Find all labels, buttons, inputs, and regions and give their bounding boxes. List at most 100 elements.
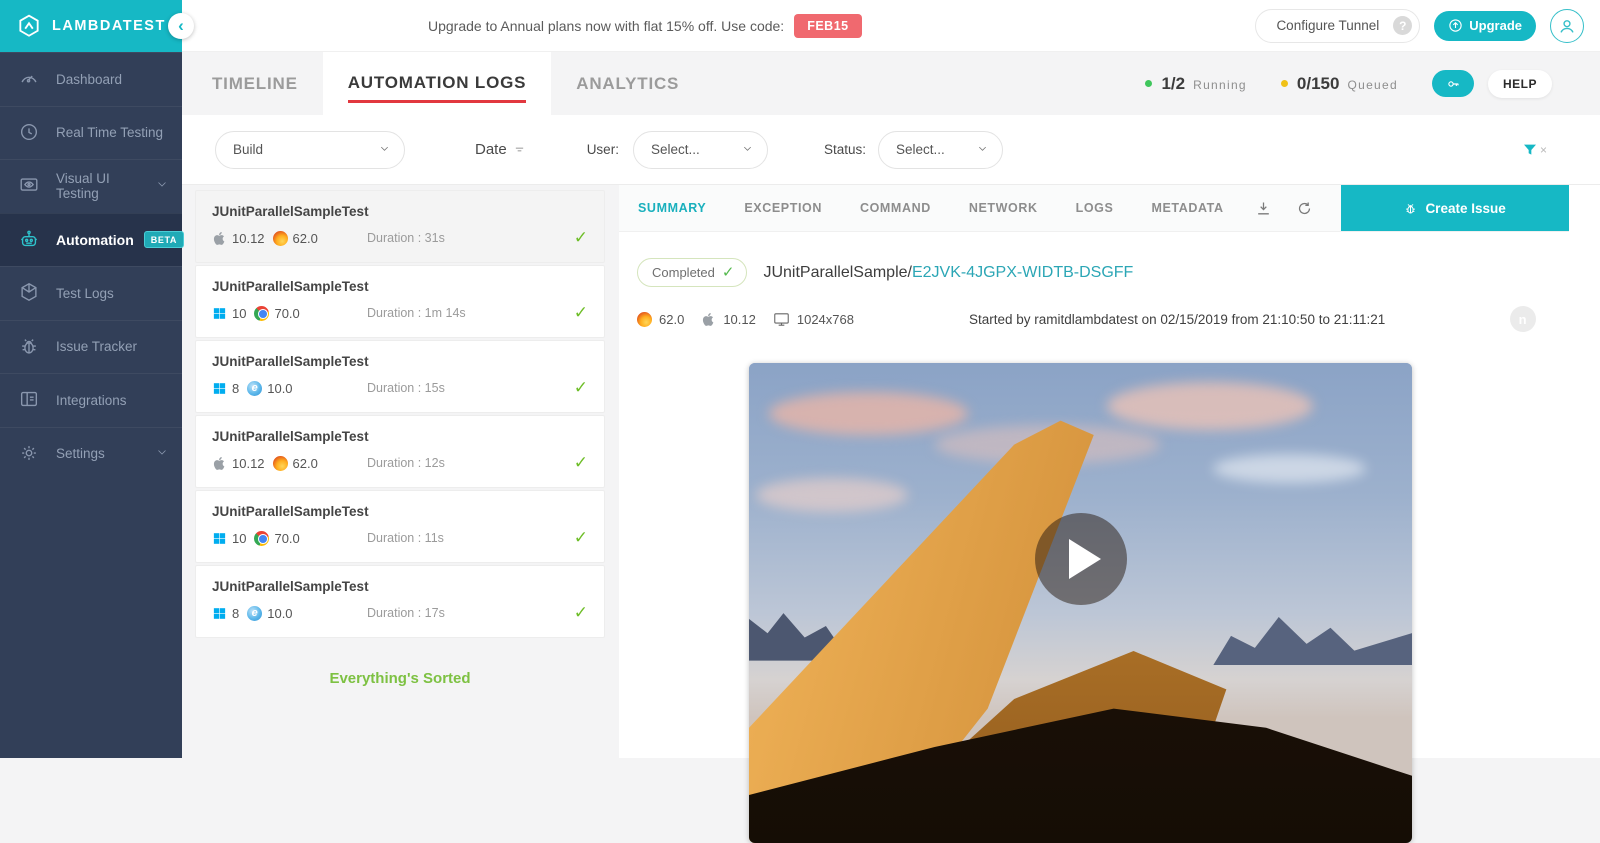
started-info: Started by ramitdlambdatest on 02/15/201… xyxy=(969,312,1385,327)
test-duration: Duration : 17s xyxy=(367,606,574,620)
sidebar-item-automation[interactable]: Automation BETA xyxy=(0,213,182,267)
sidebar-item-label: Automation xyxy=(56,232,134,248)
create-issue-button[interactable]: Create Issue xyxy=(1341,185,1569,231)
sidebar-item-label: Dashboard xyxy=(56,72,122,87)
detail-tab-summary[interactable]: SUMMARY xyxy=(619,185,725,231)
test-list-item[interactable]: JUnitParallelSampleTest 8 e 10.0 Duratio… xyxy=(195,340,605,413)
sidebar-collapse-button[interactable]: ‹ xyxy=(168,13,194,39)
test-meta-row: 62.0 10.12 1024x768 Started by ramitdlam… xyxy=(637,306,1596,332)
test-logs-icon xyxy=(18,281,42,305)
status-select[interactable]: Select... xyxy=(878,131,1003,169)
topbar-actions: Configure Tunnel ? Upgrade xyxy=(1255,9,1584,43)
tab-timeline[interactable]: TIMELINE xyxy=(187,52,323,115)
passed-check-icon: ✓ xyxy=(574,453,588,473)
detail-tab-metadata[interactable]: METADATA xyxy=(1132,185,1242,231)
sidebar: LAMBDATEST ‹ Dashboard Real Time Testing… xyxy=(0,0,182,758)
sidebar-item-settings[interactable]: Settings xyxy=(0,427,182,481)
brand-header: LAMBDATEST ‹ xyxy=(0,0,182,52)
upgrade-button[interactable]: Upgrade xyxy=(1434,11,1536,41)
clear-filters-button[interactable]: × xyxy=(1522,142,1547,158)
test-status-row: Completed ✓ JUnitParallelSample/E2JVK-4J… xyxy=(637,258,1600,287)
chevron-down-icon xyxy=(156,445,168,463)
passed-check-icon: ✓ xyxy=(574,378,588,398)
completed-check-icon: ✓ xyxy=(722,263,735,281)
play-button[interactable] xyxy=(1035,513,1127,605)
sidebar-item-label: Integrations xyxy=(56,393,127,408)
test-duration: Duration : 11s xyxy=(367,531,574,545)
test-list-item[interactable]: JUnitParallelSampleTest 10 70.0 Duration… xyxy=(195,265,605,338)
test-list-item[interactable]: JUnitParallelSampleTest 8 e 10.0 Duratio… xyxy=(195,565,605,638)
help-button[interactable]: HELP xyxy=(1488,70,1552,98)
detail-tab-exception[interactable]: EXCEPTION xyxy=(725,185,841,231)
test-title: JUnitParallelSample/E2JVK-4JGPX-WIDTB-DS… xyxy=(763,264,1133,282)
firefox-icon xyxy=(273,231,288,246)
test-list-item[interactable]: JUnitParallelSampleTest 10 70.0 Duration… xyxy=(195,490,605,563)
configure-tunnel-label: Configure Tunnel xyxy=(1276,18,1379,33)
upgrade-arrow-icon xyxy=(1448,18,1463,33)
status-filter-label: Status: xyxy=(824,142,866,157)
funnel-icon xyxy=(1522,142,1538,158)
lambdatest-logo xyxy=(16,13,42,39)
test-duration: Duration : 12s xyxy=(367,456,574,470)
download-button[interactable] xyxy=(1243,200,1284,217)
chevron-down-icon xyxy=(156,177,168,195)
sidebar-item-issue-tracker[interactable]: Issue Tracker xyxy=(0,320,182,374)
sidebar-item-dashboard[interactable]: Dashboard xyxy=(0,52,182,106)
promo-code-badge[interactable]: FEB15 xyxy=(794,14,861,38)
test-duration: Duration : 1m 14s xyxy=(367,306,574,320)
sidebar-item-visual-ui-testing[interactable]: Visual UI Testing xyxy=(0,159,182,213)
tab-analytics[interactable]: ANALYTICS xyxy=(551,52,704,115)
chrome-icon xyxy=(254,531,269,546)
test-list-panel: JUnitParallelSampleTest 10.12 62.0 Durat… xyxy=(182,185,605,758)
sidebar-item-test-logs[interactable]: Test Logs xyxy=(0,266,182,320)
detail-tab-network[interactable]: NETWORK xyxy=(950,185,1057,231)
detail-tab-logs[interactable]: LOGS xyxy=(1057,185,1133,231)
test-list-item[interactable]: JUnitParallelSampleTest 10.12 62.0 Durat… xyxy=(195,190,605,263)
firefox-icon xyxy=(637,312,652,327)
corner-badge[interactable]: n xyxy=(1510,306,1536,332)
tunnel-help-icon[interactable]: ? xyxy=(1393,16,1412,35)
access-key-button[interactable] xyxy=(1432,70,1474,97)
firefox-icon xyxy=(273,456,288,471)
sidebar-item-label: Real Time Testing xyxy=(56,125,163,140)
test-path: JUnitParallelSample/ xyxy=(763,264,912,281)
status-badge: Completed ✓ xyxy=(637,258,747,287)
sidebar-item-label: Test Logs xyxy=(56,286,114,301)
filter-bar: Build Date User: Select... Status: Selec… xyxy=(182,115,1600,185)
list-end-message: Everything's Sorted xyxy=(195,670,605,687)
refresh-icon xyxy=(1296,200,1313,217)
brand-name: LAMBDATEST xyxy=(52,18,166,34)
queued-counter: 0/150 Queued xyxy=(1281,74,1398,94)
refresh-button[interactable] xyxy=(1284,200,1325,217)
build-select[interactable]: Build xyxy=(215,131,405,169)
chevron-down-icon xyxy=(367,142,390,157)
date-filter[interactable]: Date xyxy=(475,141,525,158)
test-duration: Duration : 31s xyxy=(367,231,574,245)
sidebar-item-real-time-testing[interactable]: Real Time Testing xyxy=(0,106,182,160)
configure-tunnel-button[interactable]: Configure Tunnel ? xyxy=(1255,9,1420,43)
user-icon xyxy=(1556,15,1578,37)
detail-tab-command[interactable]: COMMAND xyxy=(841,185,950,231)
test-list-item[interactable]: JUnitParallelSampleTest 10.12 62.0 Durat… xyxy=(195,415,605,488)
integrations-icon xyxy=(18,388,42,412)
chevron-down-icon xyxy=(730,142,753,157)
date-sort-icon xyxy=(514,144,525,155)
dashboard-icon xyxy=(18,67,42,91)
apple-icon xyxy=(701,312,716,327)
user-select[interactable]: Select... xyxy=(633,131,768,169)
visual-ui-testing-icon xyxy=(18,174,42,198)
test-video-player[interactable] xyxy=(749,363,1412,843)
running-counter: 1/2 Running xyxy=(1145,74,1246,94)
user-avatar[interactable] xyxy=(1550,9,1584,43)
apple-icon xyxy=(212,231,227,246)
passed-check-icon: ✓ xyxy=(574,528,588,548)
detail-tabs-row: SUMMARY EXCEPTION COMMAND NETWORK LOGS M… xyxy=(619,185,1569,232)
sidebar-item-integrations[interactable]: Integrations xyxy=(0,373,182,427)
tab-automation-logs[interactable]: AUTOMATION LOGS xyxy=(323,52,552,115)
passed-check-icon: ✓ xyxy=(574,603,588,623)
chevron-down-icon xyxy=(965,142,988,157)
workspace: JUnitParallelSampleTest 10.12 62.0 Durat… xyxy=(182,185,1600,758)
windows-icon xyxy=(212,531,227,546)
session-id-link[interactable]: E2JVK-4JGPX-WIDTB-DSGFF xyxy=(912,264,1133,281)
running-dot xyxy=(1145,80,1152,87)
